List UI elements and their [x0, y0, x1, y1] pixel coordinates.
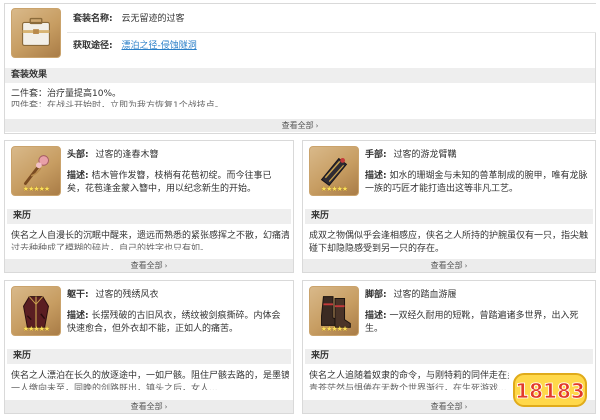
chevron-right-icon: › — [464, 262, 468, 270]
piece-view-all-label: 查看全部 — [130, 402, 163, 411]
set-source: 获取途径: 漂泊之径-侵蚀隧洞 — [73, 40, 197, 52]
piece-origin-line2: 过去种种成了模糊的碎片，自己的姓字也只有如。 — [11, 244, 210, 250]
piece-origin-line1: 侠名之人自漫长的沉眠中醒来，遗远而熟悉的紧张感挥之不散，幻痛清晰粘到， — [11, 231, 289, 241]
piece-desc-text: 如水的珊瑚金与未知的兽革制成的腕甲，唯有龙脉一族的巧匠才能打造出这等非凡工艺。 — [365, 171, 588, 194]
piece-desc-head: 描述: 桔木管作发簪，枝梢有花苞初绽。而今往事已矣，花苞逢金蒙入簪中，用以纪念新… — [67, 170, 289, 196]
piece-desc-label: 描述: — [365, 311, 387, 321]
set-name: 套装名称: 云无留迹的过客 — [73, 13, 185, 25]
piece-title-hands: 手部: 过客的游龙臂鞲 — [365, 149, 457, 161]
piece-desc-text: 一双经久耐用的短靴，曾踏遍诸多世界，出入死生。 — [365, 311, 579, 334]
piece-desc-text: 长摆残破的古旧风衣，绣纹被剑痕撕碎。内体会快速愈合，但外衣却不能，正如人的痛苦。 — [67, 311, 281, 334]
piece-icon-head: ★★★★★ — [11, 146, 61, 196]
piece-origin-header: 来历 — [7, 209, 291, 224]
piece-title-feet: 脚部: 过客的踏血游履 — [365, 289, 457, 301]
rarity-stars: ★★★★★ — [320, 185, 348, 193]
briefcase-icon — [21, 17, 51, 47]
piece-desc-hands: 描述: 如水的珊瑚金与未知的兽革制成的腕甲，唯有龙脉一族的巧匠才能打造出这等非凡… — [365, 170, 589, 196]
rarity-stars: ★★★★★ — [320, 325, 348, 333]
watermark-logo: 18183 — [510, 368, 590, 412]
watermark-text: 18183 — [515, 379, 585, 403]
set-icon — [11, 8, 61, 58]
piece-view-all-label: 查看全部 — [430, 261, 463, 270]
piece-icon-hands: ★★★★★ — [309, 146, 359, 196]
piece-card-body: ★★★★★ 躯干: 过客的残绣风衣 描述: 长摆残破的古旧风衣，绣纹被剑痕撕碎。… — [4, 280, 294, 414]
piece-origin-header: 来历 — [305, 209, 593, 224]
piece-origin-line1: 侠名之人漂泊在长久的放逐途中，一如尸骸。阻住尸骸去路的，是墨镜女子和高大铁甲， — [11, 371, 289, 381]
piece-desc-label: 描述: — [67, 311, 89, 321]
piece-view-all-button[interactable]: 查看全部 › — [5, 259, 293, 272]
piece-title-head: 头部: 过客的逢春木簪 — [67, 149, 159, 161]
piece-origin-header: 来历 — [7, 349, 291, 364]
piece-desc-label: 描述: — [67, 171, 89, 181]
piece-slot-label: 手部: — [365, 150, 387, 160]
piece-view-all-label: 查看全部 — [430, 402, 463, 411]
piece-origin-line2: 青苍茫然与惧倦在无数个世界渐行，在生死游戏... — [309, 384, 507, 390]
piece-origin-line1: 成双之物偶似乎会逢相感应，侠名之人所持的护腕虽仅有一只，指尖触碰下却隐隐感受到另… — [309, 231, 589, 252]
piece-name: 过客的游龙臂鞲 — [393, 150, 457, 160]
chevron-right-icon: › — [164, 403, 168, 411]
piece-desc-label: 描述: — [365, 171, 387, 181]
piece-desc-feet: 描述: 一双经久耐用的短靴，曾踏遍诸多世界，出入死生。 — [365, 310, 589, 336]
piece-slot-label: 头部: — [67, 150, 89, 160]
piece-slot-label: 躯干: — [67, 290, 89, 300]
set-view-all-label: 查看全部 — [281, 121, 314, 130]
set-effect-header: 套装效果 — [5, 68, 595, 83]
piece-name: 过客的逢春木簪 — [95, 150, 159, 160]
set-name-label: 套装名称: — [73, 14, 113, 24]
piece-desc-text: 桔木管作发簪，枝梢有花苞初绽。而今往事已矣，花苞逢金蒙入簪中，用以纪念新生的开始… — [67, 171, 272, 194]
piece-origin-line1: 侠名之人追随着奴隶的命令，与刚特莉的同伴走在乡里山林中， — [309, 371, 509, 381]
rarity-stars: ★★★★★ — [22, 185, 50, 193]
piece-view-all-button[interactable]: 查看全部 › — [303, 259, 595, 272]
set-source-link[interactable]: 漂泊之径-侵蚀隧洞 — [121, 41, 196, 51]
chevron-right-icon: › — [164, 262, 168, 270]
set-effect-4pc: 四件套：在战斗开始时，立即为我方恢复1个战技点。 — [11, 101, 224, 107]
set-source-label: 获取途径: — [73, 41, 113, 51]
piece-title-body: 躯干: 过客的残绣风衣 — [67, 289, 159, 301]
piece-origin-line2: 一人缴向未至，同晚的剑路既出，镇头之后，女人... — [11, 384, 218, 390]
piece-card-hands: ★★★★★ 手部: 过客的游龙臂鞲 描述: 如水的珊瑚金与未知的兽革制成的腕甲，… — [302, 140, 596, 273]
piece-name: 过客的残绣风衣 — [95, 290, 159, 300]
game-logo-icon: 18183 — [513, 373, 587, 407]
set-effect-2pc: 二件套：治疗量提高10%。 — [11, 89, 122, 99]
piece-origin-header: 来历 — [305, 349, 593, 364]
piece-desc-body: 描述: 长摆残破的古旧风衣，绣纹被剑痕撕碎。内体会快速愈合，但外衣却不能，正如人… — [67, 310, 289, 336]
rarity-stars: ★★★★★ — [22, 325, 50, 333]
piece-icon-body: ★★★★★ — [11, 286, 61, 336]
set-view-all-button[interactable]: 查看全部 › — [5, 119, 595, 132]
piece-view-all-label: 查看全部 — [130, 261, 163, 270]
piece-view-all-button[interactable]: 查看全部 › — [5, 400, 293, 413]
piece-icon-feet: ★★★★★ — [309, 286, 359, 336]
piece-card-head: ★★★★★ 头部: 过客的逢春木簪 描述: 桔木管作发簪，枝梢有花苞初绽。而今往… — [4, 140, 294, 273]
piece-slot-label: 脚部: — [365, 290, 387, 300]
piece-name: 过客的踏血游履 — [393, 290, 457, 300]
chevron-right-icon: › — [315, 122, 319, 130]
set-name-value: 云无留迹的过客 — [121, 14, 185, 24]
set-panel: 套装名称: 云无留迹的过客 获取途径: 漂泊之径-侵蚀隧洞 套装效果 二件套：治… — [4, 3, 596, 134]
chevron-right-icon: › — [464, 403, 468, 411]
